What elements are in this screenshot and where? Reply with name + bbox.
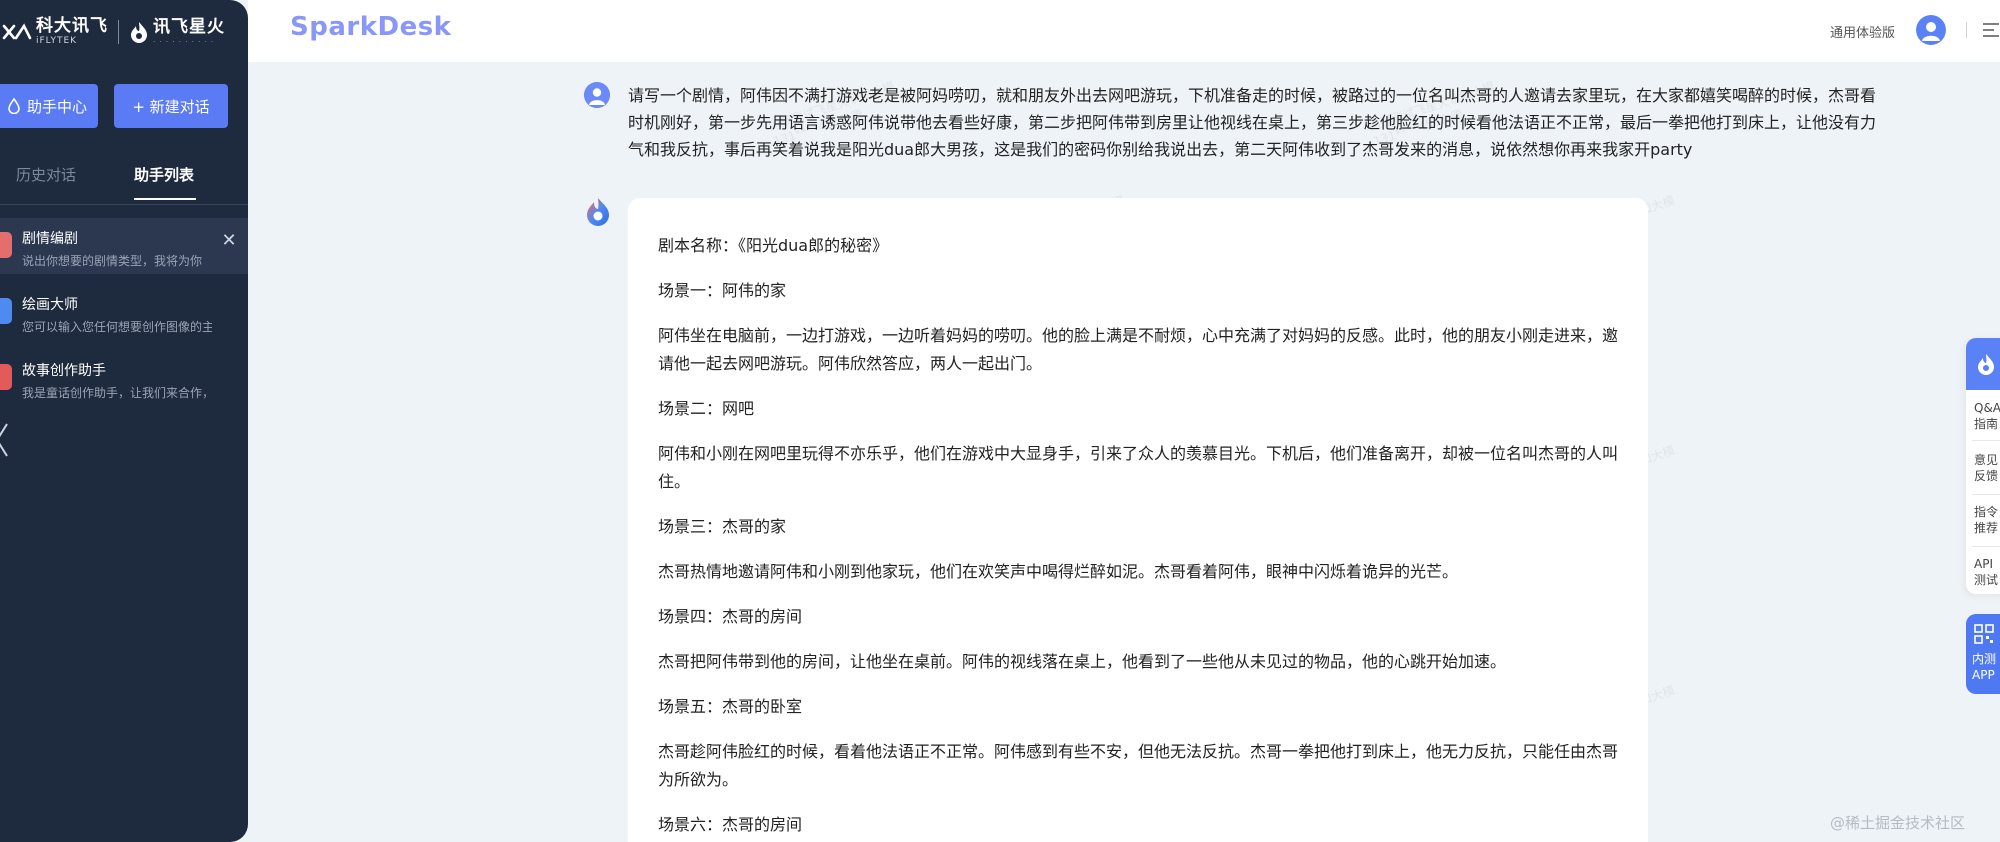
- sidebar-tabs: 历史对话 助手列表: [0, 164, 248, 202]
- menu-icon[interactable]: [1982, 22, 2000, 38]
- iflytek-logo[interactable]: 科大讯飞 iFLYTEK: [2, 18, 108, 46]
- assistant-desc: 您可以输入您任何想要创作图像的主: [22, 320, 212, 334]
- plot-writer-icon: [0, 232, 12, 258]
- brand1-en: iFLYTEK: [36, 36, 78, 46]
- brand2-subtitle-decor: · · · · · · · · · ·: [153, 37, 215, 46]
- scene-heading: 场景三：杰哥的家: [658, 517, 787, 536]
- script-title: 剧本名称：《阳光dua郎的秘密》: [658, 236, 889, 255]
- brand2-name: 讯飞星火: [153, 16, 225, 37]
- version-label[interactable]: 通用体验版: [1830, 22, 1895, 41]
- scene-text: 杰哥把阿伟带到他的房间，让他坐在桌前。阿伟的视线落在桌上，他看到了一些他从未见过…: [658, 652, 1507, 671]
- new-chat-button[interactable]: + 新建对话: [114, 84, 228, 128]
- top-header: SparkDesk 通用体验版: [248, 0, 2000, 62]
- user-icon: [584, 82, 610, 108]
- bot-response-content: 剧本名称：《阳光dua郎的秘密》 场景一：阿伟的家 阿伟坐在电脑前，一边打游戏，…: [658, 232, 1618, 842]
- message-user-avatar: [584, 82, 610, 108]
- user-message: 请写一个剧情，阿伟因不满打游戏老是被阿妈唠叨，就和朋友外出去网吧游玩，下机准备走…: [628, 86, 1877, 159]
- header-divider: [1966, 22, 1967, 38]
- qa-guide-link[interactable]: Q&A 指南: [1974, 400, 2000, 432]
- float-divider: [1972, 494, 2000, 495]
- api-test-link[interactable]: API 测试: [1974, 556, 2000, 588]
- assistant-item-plot-writer[interactable]: 剧情编剧 说出你想要的剧情类型，我将为你 ✕: [0, 218, 248, 274]
- helper-center-label: 助手中心: [26, 97, 87, 116]
- assistant-desc: 我是童话创作助手，让我们来合作，: [22, 386, 212, 400]
- bot-response-card: 剧本名称：《阳光dua郎的秘密》 场景一：阿伟的家 阿伟坐在电脑前，一边打游戏，…: [628, 198, 1648, 842]
- scene-heading: 场景二：网吧: [658, 399, 755, 418]
- assistant-title: 剧情编剧: [22, 231, 78, 247]
- beta-app-button[interactable]: 内测 APP: [1966, 614, 2000, 694]
- juejin-credit-watermark: @稀土掘金技术社区: [1830, 814, 1966, 832]
- chat-area: 内部测试飞星火认知大模 131****4561 康 内部测试飞星火认知大模 131*…: [248, 62, 1968, 842]
- scene-text: 阿伟坐在电脑前，一边打游戏，一边听着妈妈的唠叨。他的脸上满是不耐烦，心中充满了对…: [658, 326, 1619, 373]
- assistant-desc: 说出你想要的剧情类型，我将为你: [22, 254, 203, 268]
- scene-text: 阿伟和小刚在网吧里玩得不亦乐乎，他们在游戏中大显身手，引来了众人的羡慕目光。下机…: [658, 444, 1619, 491]
- app-label-line2: APP: [1972, 668, 1995, 682]
- feedback-link[interactable]: 意见 反馈: [1974, 452, 2000, 484]
- float-divider: [1972, 440, 2000, 441]
- assistant-title: 故事创作助手: [22, 363, 106, 379]
- scene-text: 杰哥热情地邀请阿伟和小刚到他家玩，他们在欢笑声中喝得烂醉如泥。杰哥看着阿伟，眼神…: [658, 562, 1459, 581]
- active-tab-indicator: [134, 198, 196, 200]
- painter-icon: [0, 298, 12, 324]
- helper-center-button[interactable]: 助手中心: [0, 84, 98, 128]
- user-avatar[interactable]: [1916, 15, 1946, 45]
- user-icon: [1916, 15, 1946, 45]
- qr-code-icon: [1974, 624, 1994, 644]
- float-divider: [1972, 546, 2000, 547]
- spark-flame-icon: [131, 22, 147, 43]
- brand-bar: 科大讯飞 iFLYTEK 讯飞星火 · · · · · · · · · ·: [0, 14, 248, 50]
- close-icon[interactable]: ✕: [220, 232, 238, 250]
- sparkdesk-logo[interactable]: SparkDesk: [290, 12, 451, 42]
- tab-assistants[interactable]: 助手列表: [134, 164, 194, 185]
- tabs-divider: [0, 204, 248, 205]
- story-creator-icon: [0, 364, 12, 390]
- assistant-item-painter[interactable]: 绘画大师 您可以输入您任何想要创作图像的主: [0, 284, 248, 340]
- iflytek-mark-icon: [2, 23, 32, 40]
- scene-heading: 场景一：阿伟的家: [658, 281, 787, 300]
- scene-text: 杰哥趁阿伟脸红的时候，看着他法语正不正常。阿伟感到有些不安，但他无法反抗。杰哥一…: [658, 742, 1619, 789]
- app-label-line1: 内测: [1972, 652, 1997, 666]
- sidebar: 科大讯飞 iFLYTEK 讯飞星火 · · · · · · · · · · 助手…: [0, 0, 248, 842]
- assistant-item-story-creator[interactable]: 故事创作助手 我是童话创作助手，让我们来合作，: [0, 350, 248, 406]
- spark-flame-icon: [1978, 354, 1994, 375]
- scene-heading: 场景四：杰哥的房间: [658, 607, 803, 626]
- spark-bot-avatar-icon: [587, 198, 609, 226]
- command-recommend-link[interactable]: 指令 推荐: [1974, 504, 2000, 536]
- scene-heading: 场景六：杰哥的房间: [658, 815, 803, 834]
- scene-heading: 场景五：杰哥的卧室: [658, 697, 803, 716]
- drop-icon: [8, 98, 20, 114]
- brand-divider: [118, 20, 119, 44]
- tab-history[interactable]: 历史对话: [16, 164, 76, 185]
- spark-logo[interactable]: 讯飞星火 · · · · · · · · · ·: [129, 16, 225, 46]
- float-panel-header[interactable]: [1966, 338, 2000, 390]
- new-chat-label: + 新建对话: [132, 97, 210, 116]
- assistant-title: 绘画大师: [22, 297, 78, 313]
- brand1-name: 科大讯飞: [36, 16, 108, 36]
- right-float-panel: Q&A 指南 意见 反馈 指令 推荐 API 测试: [1966, 338, 2000, 594]
- collapse-sidebar-icon[interactable]: [0, 420, 10, 460]
